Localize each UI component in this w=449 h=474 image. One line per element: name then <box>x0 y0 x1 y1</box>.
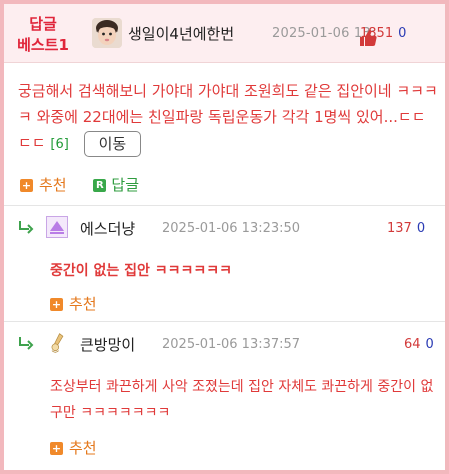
thumbs-up-icon <box>360 30 377 46</box>
badge-line2: 베스트1 <box>17 36 69 54</box>
baby-avatar-icon <box>92 18 122 48</box>
reply-arrow-icon <box>19 337 34 350</box>
post-header: 답글 베스트1 생일이4년에한번 2025-01-06 13: 1851 0 <box>4 4 445 63</box>
reply-votes: 137 0 <box>387 221 425 236</box>
best-reply-badge: 답글 베스트1 <box>17 14 69 56</box>
reply-label: 답글 <box>111 176 139 194</box>
plus-icon: + <box>50 442 63 455</box>
user-emblem-icon <box>46 216 68 238</box>
reply-author[interactable]: 큰방망이 <box>80 334 135 355</box>
reply-button[interactable]: R 답글 <box>93 176 139 194</box>
reply-votes: 64 0 <box>404 337 434 352</box>
reply-item: 큰방망이 2025-01-06 13:37:57 64 0 조상부터 콰끈하게 사… <box>4 322 445 470</box>
move-button[interactable]: 이동 <box>83 130 142 157</box>
post-body: 궁금해서 검색해보니 가야대 가야대 조원희도 같은 집안이네 ㅋㅋㅋㅋ 와중에… <box>18 78 438 158</box>
reply-arrow-icon <box>19 221 34 234</box>
avatar[interactable] <box>92 18 122 48</box>
reply-text: 조상부터 콰끈하게 사악 조졌는데 집안 자체도 콰끈하게 중간이 없구만 ㅋㅋ… <box>50 379 434 421</box>
recommend-label: 추천 <box>39 176 67 194</box>
plus-icon: + <box>20 179 33 192</box>
plus-icon: + <box>50 298 63 311</box>
downvote-count: 0 <box>425 337 434 352</box>
recommend-label: 추천 <box>69 295 97 313</box>
bat-character-icon <box>51 333 64 353</box>
recommend-button[interactable]: + 추천 <box>20 176 67 194</box>
post-body-text: 궁금해서 검색해보니 가야대 가야대 조원희도 같은 집안이네 ㅋㅋㅋㅋ 와중에… <box>18 82 438 152</box>
reply-timestamp: 2025-01-06 13:37:57 <box>162 337 301 352</box>
badge-line1: 답글 <box>29 15 57 33</box>
recommend-button[interactable]: + 추천 <box>50 437 97 458</box>
downvote-count: 0 <box>416 221 426 236</box>
recommend-button[interactable]: + 추천 <box>50 293 97 314</box>
best-reply-card: 답글 베스트1 생일이4년에한번 2025-01-06 13: 1851 0 궁금… <box>0 0 449 474</box>
downvote-count: 0 <box>398 26 407 41</box>
reply-timestamp: 2025-01-06 13:23:50 <box>162 221 301 236</box>
post-actions: + 추천 R 답글 <box>20 174 139 195</box>
reply-item: 에스더냥 2025-01-06 13:23:50 137 0 중간이 없는 집안 … <box>4 206 445 320</box>
reply-r-icon: R <box>93 179 107 192</box>
author-name[interactable]: 생일이4년에한번 <box>128 23 234 44</box>
recommend-label: 추천 <box>69 439 97 457</box>
reply-author[interactable]: 에스더냥 <box>80 218 135 239</box>
comment-count[interactable]: [6] <box>50 137 68 152</box>
upvote-count: 64 <box>404 337 421 352</box>
upvote-count: 137 <box>387 221 412 236</box>
reply-text: 중간이 없는 집안 ㅋㅋㅋㅋㅋㅋ <box>50 263 233 279</box>
